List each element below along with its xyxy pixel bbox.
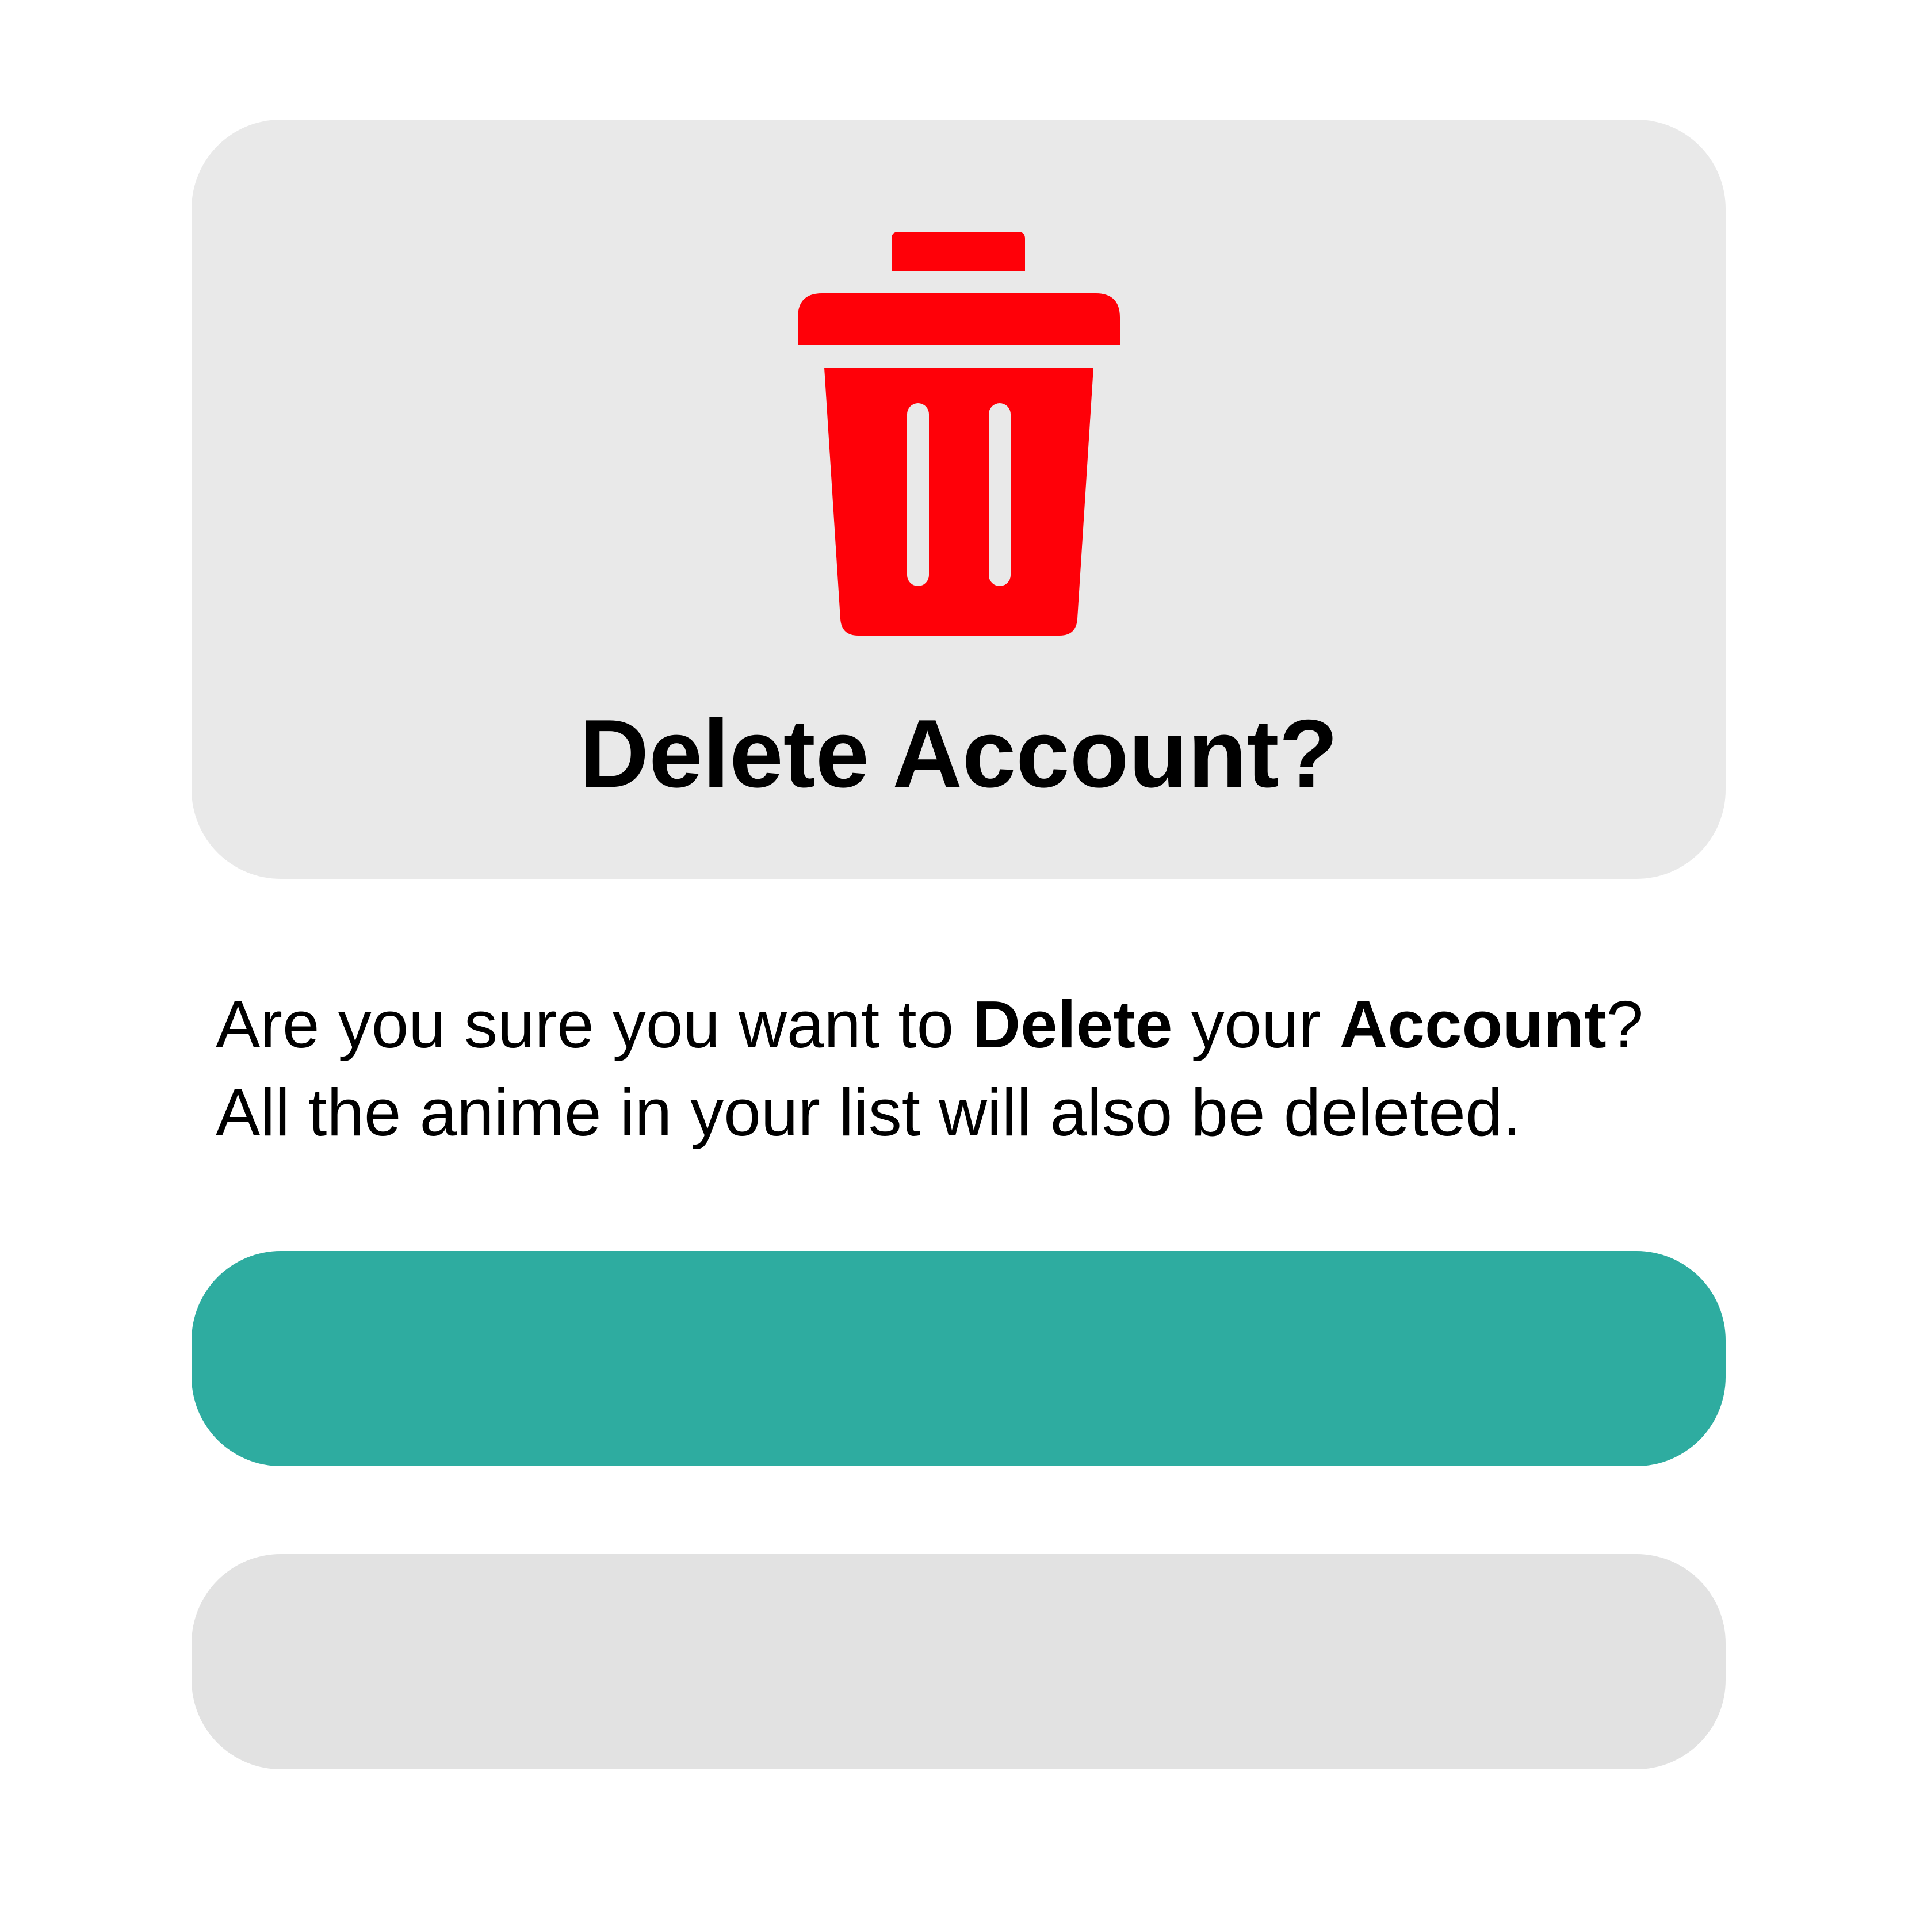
message-text: Are you sure you want to bbox=[216, 987, 973, 1062]
dialog-title: Delete Account? bbox=[579, 699, 1338, 808]
cancel-button[interactable] bbox=[192, 1554, 1726, 1769]
message-text: ? bbox=[1606, 987, 1644, 1062]
dialog-message: Are you sure you want to Delete your Acc… bbox=[216, 981, 1711, 1157]
message-line-2: All the anime in your list will also be … bbox=[216, 1075, 1521, 1150]
trash-icon bbox=[798, 232, 1120, 636]
confirm-delete-button[interactable] bbox=[192, 1251, 1726, 1466]
message-emphasis-delete: Delete bbox=[972, 987, 1173, 1062]
message-emphasis-account: Account bbox=[1339, 987, 1607, 1062]
message-line-1: Are you sure you want to Delete your Acc… bbox=[216, 981, 1711, 1069]
message-text: your bbox=[1172, 987, 1340, 1062]
